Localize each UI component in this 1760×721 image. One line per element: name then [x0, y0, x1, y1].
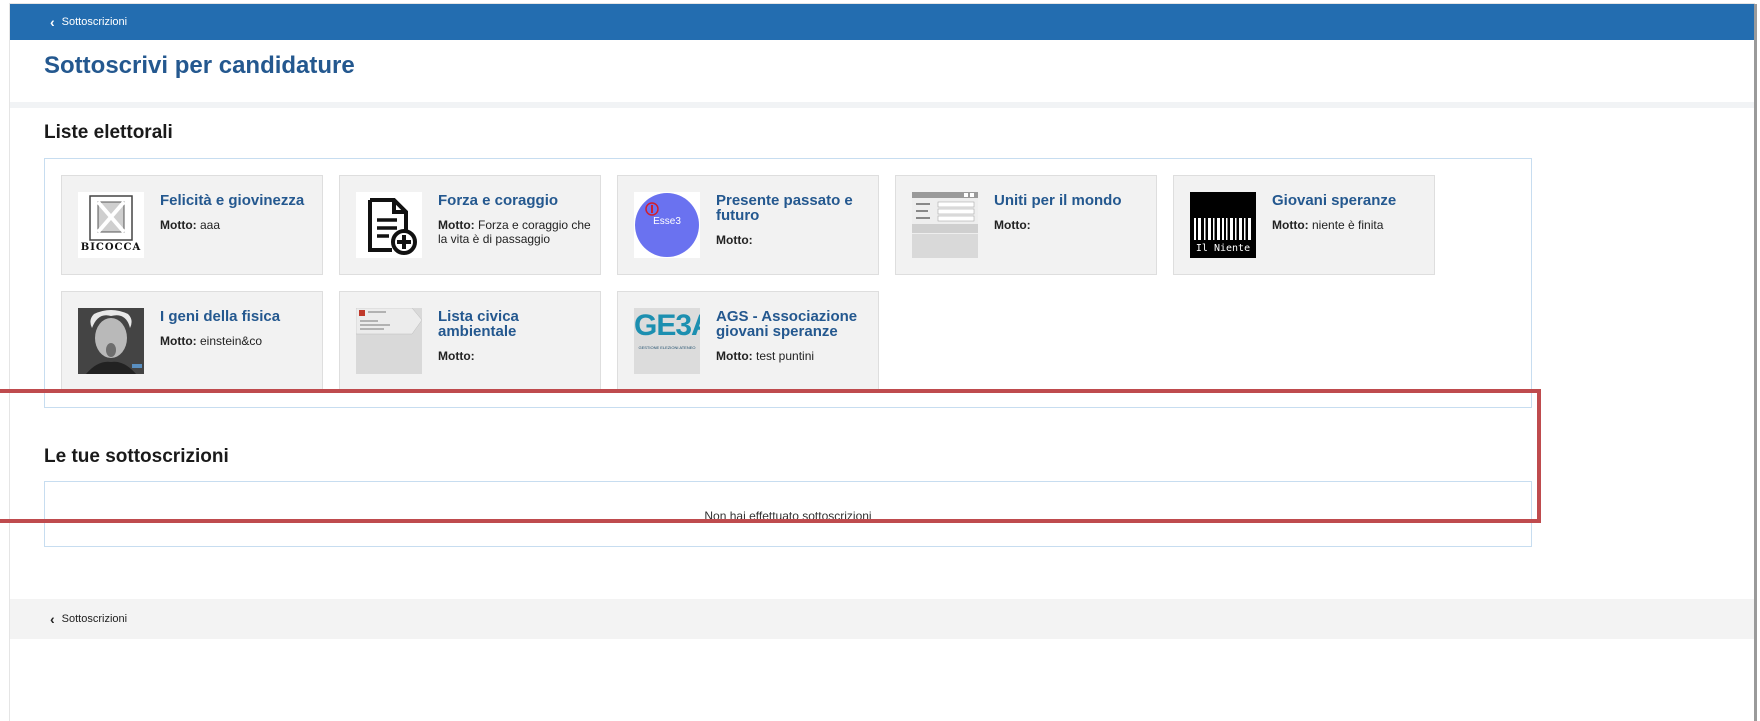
list-card[interactable]: Il Niente Giovani speranze Motto: niente… — [1173, 175, 1435, 275]
list-name: Uniti per il mondo — [994, 192, 1122, 209]
back-link-label: Sottoscrizioni — [61, 613, 128, 625]
page-title: Sottoscrivi per candidature — [44, 52, 355, 79]
back-link[interactable]: ‹ Sottoscrizioni — [50, 612, 127, 626]
chevron-left-icon: ‹ — [50, 611, 55, 627]
document-screenshot-icon — [356, 308, 422, 374]
list-card[interactable]: GE3A GESTIONE ELEZIONI ATENEO AGS - Asso… — [617, 291, 879, 391]
back-link[interactable]: ‹ Sottoscrizioni — [50, 15, 127, 29]
top-bar: ‹ Sottoscrizioni — [10, 4, 1754, 40]
list-card[interactable]: I geni della fisica Motto: einstein&co — [61, 291, 323, 391]
university-seal-icon: BICOCCA — [78, 192, 144, 258]
list-name: Giovani speranze — [1272, 192, 1397, 209]
window-screenshot-icon — [912, 192, 978, 258]
subscriptions-section-title: Le tue sottoscrizioni — [44, 446, 229, 467]
logo-subtext: GESTIONE ELEZIONI ATENEO — [638, 345, 696, 350]
list-motto: Motto: niente è finita — [1272, 218, 1384, 232]
list-card[interactable]: BICOCCA Felicità e giovinezza Motto: aaa — [61, 175, 323, 275]
list-name: Presente passato e futuro — [716, 192, 853, 224]
portrait-photo-icon — [78, 308, 144, 374]
back-link-label: Sottoscrizioni — [61, 16, 128, 28]
subscriptions-panel: Non hai effettuato sottoscrizioni — [44, 481, 1532, 547]
list-motto: Motto: Forza e coraggio che la vita è di… — [438, 218, 591, 246]
list-card[interactable]: Lista civica ambientale Motto: — [339, 291, 601, 391]
document-add-icon — [356, 192, 422, 258]
page-frame: ‹ Sottoscrizioni Sottoscrivi per candida… — [10, 4, 1754, 721]
logo-text: BICOCCA — [80, 242, 142, 253]
logo-text: Il Niente — [1195, 243, 1251, 254]
lists-section-title: Liste elettorali — [44, 122, 173, 143]
chevron-left-icon: ‹ — [50, 14, 55, 30]
lists-panel: BICOCCA Felicità e giovinezza Motto: aaa… — [44, 158, 1532, 408]
divider — [10, 102, 1754, 108]
list-name: I geni della fisica — [160, 308, 281, 325]
ge3a-logo-icon: GE3A GESTIONE ELEZIONI ATENEO — [634, 308, 700, 374]
empty-message: Non hai effettuato sottoscrizioni — [704, 509, 872, 523]
list-card[interactable]: Esse3 Presente passato e futuro Motto: — [617, 175, 879, 275]
list-name: Lista civica ambientale — [438, 308, 519, 340]
list-name: Felicità e giovinezza — [160, 192, 305, 209]
scrollbar[interactable] — [1754, 4, 1757, 721]
esse3-circle-icon: Esse3 — [634, 192, 700, 258]
list-motto: Motto: einstein&co — [160, 334, 263, 348]
list-motto: Motto: — [438, 349, 475, 363]
list-motto: Motto: test puntini — [716, 349, 815, 363]
list-card[interactable]: Forza e coraggio Motto: Forza e coraggio… — [339, 175, 601, 275]
barcode-icon: Il Niente — [1190, 192, 1256, 258]
list-motto: Motto: aaa — [160, 218, 221, 232]
list-name: Forza e coraggio — [438, 192, 559, 209]
list-name: AGS - Associazione giovani speranze — [716, 308, 858, 340]
list-motto: Motto: — [994, 218, 1031, 232]
list-motto: Motto: — [716, 233, 753, 247]
logo-text: Esse3 — [653, 216, 681, 227]
footer-bar: ‹ Sottoscrizioni — [10, 599, 1754, 639]
logo-text: GE3A — [634, 309, 700, 342]
list-card[interactable]: Uniti per il mondo Motto: — [895, 175, 1157, 275]
